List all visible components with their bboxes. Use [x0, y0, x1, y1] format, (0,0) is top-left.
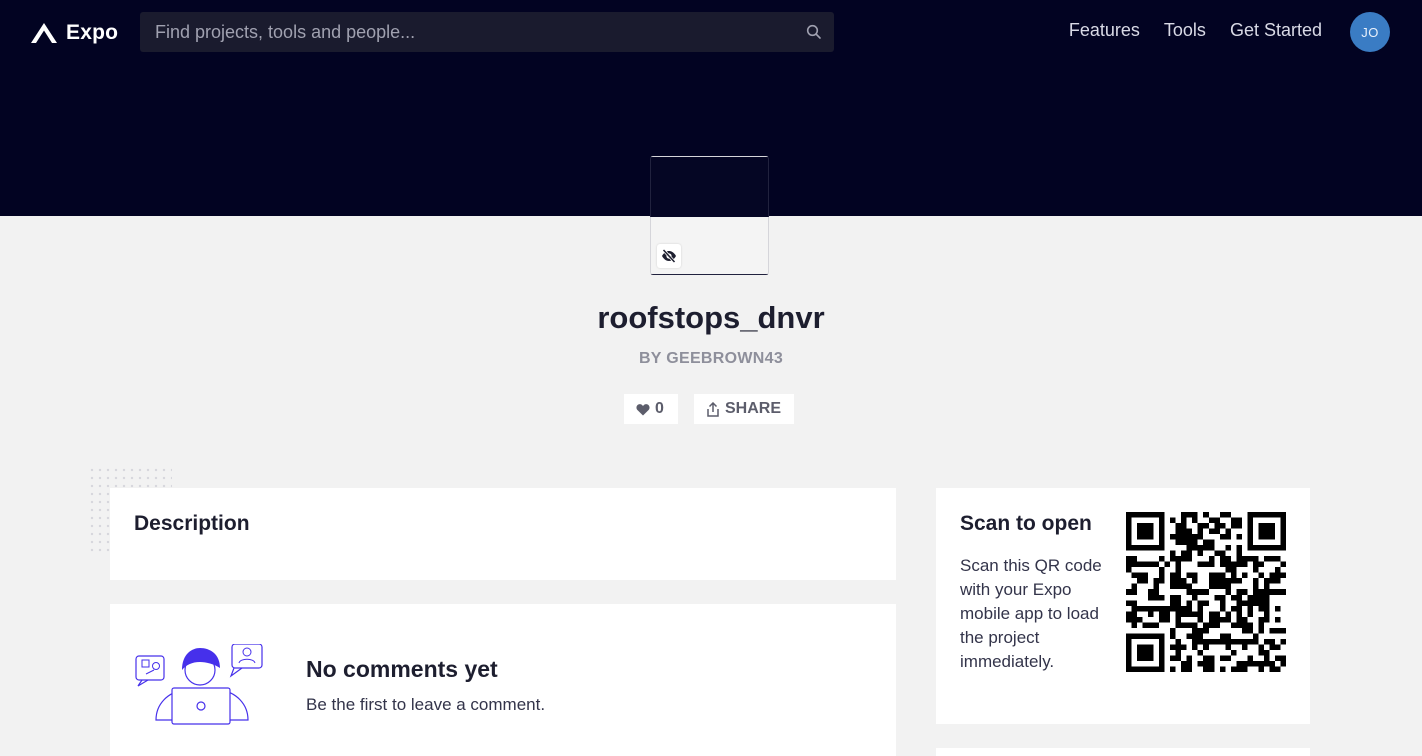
eye-slash-icon [657, 244, 681, 268]
user-avatar[interactable]: JO [1350, 12, 1390, 52]
like-count: 0 [655, 400, 664, 417]
qr-card: Scan to open Scan this QR code with your… [936, 488, 1310, 724]
nav-get-started[interactable]: Get Started [1230, 18, 1322, 42]
project-author[interactable]: BY GEEBROWN43 [0, 350, 1422, 368]
qr-instructions: Scan this QR code with your Expo mobile … [960, 556, 1102, 671]
expo-logo-icon [31, 23, 57, 43]
comments-card: No comments yet Be the first to leave a … [110, 604, 896, 756]
share-label: SHARE [725, 400, 782, 417]
description-card: Description [110, 488, 896, 580]
next-card [936, 748, 1310, 756]
main-nav: Features Tools Get Started [1069, 18, 1322, 42]
comments-empty-subtitle: Be the first to leave a comment. [306, 695, 546, 714]
description-title: Description [134, 512, 250, 535]
search-input[interactable] [140, 12, 794, 52]
search-icon[interactable] [794, 12, 834, 52]
qr-code [1126, 512, 1286, 672]
comments-empty-title: No comments yet [306, 656, 498, 682]
search-bar [140, 12, 834, 52]
logo-text: Expo [66, 21, 119, 44]
like-button[interactable]: 0 [624, 394, 678, 424]
nav-tools[interactable]: Tools [1164, 18, 1206, 42]
project-title: roofstops_dnvr [597, 300, 825, 335]
nav-features[interactable]: Features [1069, 18, 1140, 42]
top-navigation: Expo Features Tools Get Started JO [0, 0, 1422, 66]
share-button[interactable]: SHARE [694, 394, 794, 424]
qr-title: Scan to open [960, 512, 1092, 535]
project-icon [650, 156, 769, 275]
comments-illustration [135, 644, 263, 725]
share-icon [707, 401, 719, 417]
heart-icon [636, 403, 650, 415]
expo-logo-link[interactable]: Expo [30, 18, 118, 48]
project-actions: 0 SHARE [624, 394, 794, 424]
